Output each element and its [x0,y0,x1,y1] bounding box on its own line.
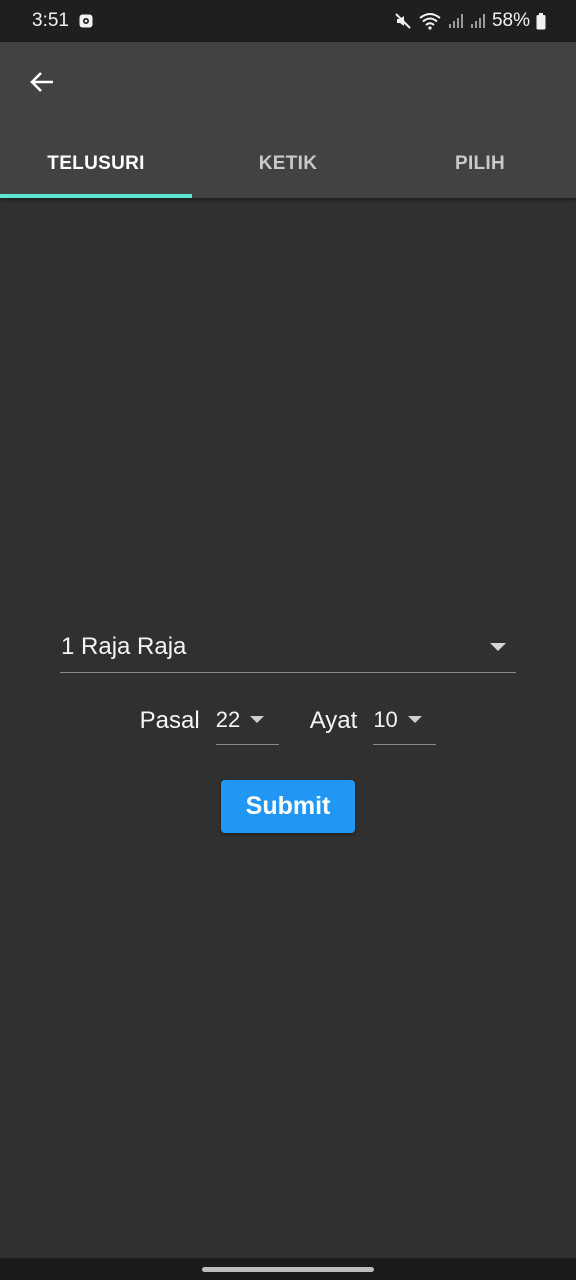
book-value: 1 Raja Raja [61,633,187,660]
pasal-value: 22 [215,706,241,732]
navigation-bar [0,1258,576,1280]
signal-icon [448,13,464,29]
app-bar: TELUSURI KETIK PILIH [0,42,576,198]
ayat-dropdown[interactable]: 10 [373,697,437,745]
book-dropdown[interactable]: 1 Raja Raja [60,622,516,673]
tab-telusuri[interactable]: TELUSURI [0,130,192,198]
chapter-verse-row: Pasal 22 Ayat 10 [0,696,576,746]
status-bar: 3:51 58% [0,0,576,42]
submit-button[interactable]: Submit [221,780,355,833]
ayat-label: Ayat [309,707,358,734]
battery-percent: 58% [491,10,530,31]
chevron-down-icon [490,643,506,651]
tab-pilih[interactable]: PILIH [384,130,576,198]
signal-icon [470,13,486,29]
back-button[interactable] [18,62,66,106]
battery-icon [536,12,546,30]
notification-icon [79,14,93,28]
tab-label: KETIK [258,153,318,174]
mute-icon [394,12,412,30]
tab-ketik[interactable]: KETIK [192,130,384,198]
pasal-dropdown[interactable]: 22 [215,697,279,745]
tab-label: PILIH [454,153,506,174]
arrow-left-icon [28,68,56,101]
home-indicator[interactable] [202,1267,374,1272]
wifi-icon [418,12,442,30]
tab-label: TELUSURI [47,153,145,174]
pasal-label: Pasal [139,707,200,734]
status-time: 3:51 [32,10,69,31]
tab-bar: TELUSURI KETIK PILIH [0,130,576,198]
tab-indicator [0,194,192,198]
chevron-down-icon [407,716,422,723]
ayat-value: 10 [373,706,398,732]
chevron-down-icon [250,716,265,723]
